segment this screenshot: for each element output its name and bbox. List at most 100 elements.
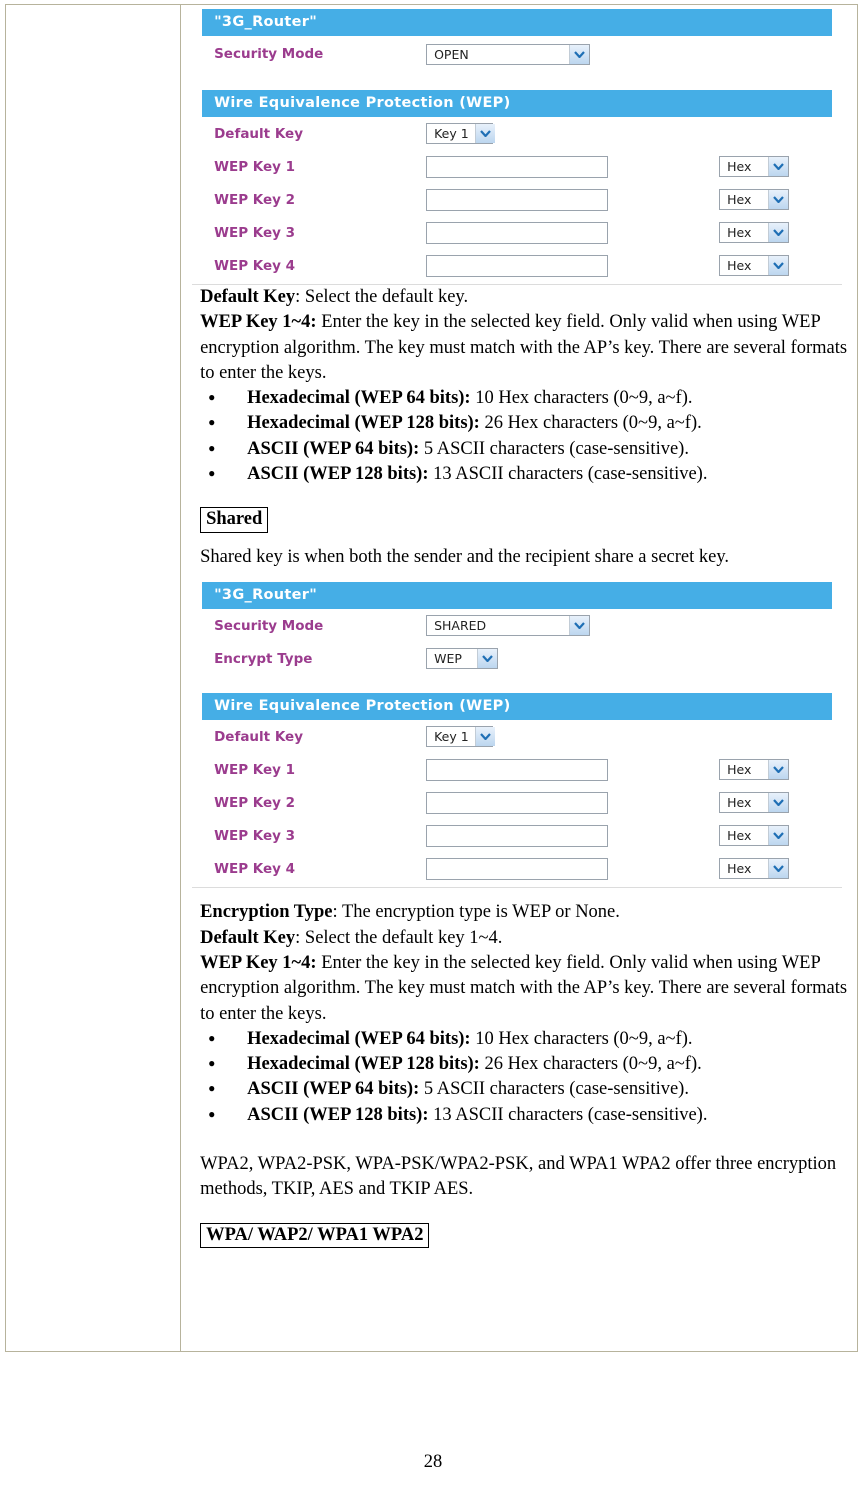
- wpa-section-heading: WPA/ WAP2/ WPA1 WPA2: [200, 1222, 430, 1249]
- default-key-row-shared: Default Key Key 1: [192, 720, 842, 753]
- wep-key-label: WEP Key 1: [214, 158, 296, 175]
- wep-key-format-value: Hex: [727, 828, 752, 844]
- wep-key-format-select[interactable]: Hex: [719, 759, 790, 781]
- wep-key-format-select[interactable]: Hex: [719, 792, 790, 814]
- encrypt-type-value: WEP: [434, 651, 462, 667]
- wep-key-row: WEP Key 1 Hex: [192, 150, 842, 183]
- default-key-value: Key 1: [434, 729, 469, 745]
- chevron-down-icon[interactable]: [768, 859, 789, 879]
- wep-key-input[interactable]: [426, 758, 609, 781]
- router-config-panel-shared: "3G_Router" Security Mode SHARED Encrypt…: [192, 582, 843, 889]
- wep-key-label: WEP Key 3: [214, 224, 296, 241]
- encrypt-type-select[interactable]: WEP: [426, 648, 499, 670]
- bullet-desc: 5 ASCII characters (case-sensitive).: [419, 1079, 689, 1100]
- open-description-text: Default Key: Select the default key. WEP…: [189, 285, 857, 570]
- chevron-down-icon[interactable]: [569, 616, 590, 636]
- wep-key-row: WEP Key 3 Hex: [192, 819, 842, 852]
- list-item: Hexadecimal (WEP 128 bits): 26 Hex chara…: [200, 1051, 851, 1077]
- bullet-term: ASCII (WEP 64 bits):: [247, 438, 420, 459]
- wep-key-term: WEP Key 1~4:: [200, 312, 317, 333]
- chevron-down-icon[interactable]: [768, 157, 789, 176]
- wep-key-input[interactable]: [426, 155, 609, 178]
- wep-key-format-value: Hex: [727, 225, 752, 240]
- wep-key-input[interactable]: [426, 254, 609, 277]
- encryption-type-desc: : The encryption type is WEP or None.: [332, 902, 620, 923]
- wep-key-format-select[interactable]: Hex: [719, 255, 790, 276]
- document-layout-table: "3G_Router" Security Mode OPEN Wire Equi…: [4, 4, 858, 1352]
- wep-key-input[interactable]: [426, 824, 609, 847]
- list-item: ASCII (WEP 64 bits): 5 ASCII characters …: [200, 1076, 851, 1102]
- default-key-term: Default Key: [200, 287, 296, 307]
- security-mode-value: SHARED: [434, 618, 487, 634]
- bullet-term: ASCII (WEP 128 bits):: [247, 1104, 429, 1125]
- open-format-bullets: Hexadecimal (WEP 64 bits): 10 Hex charac…: [200, 385, 851, 487]
- security-mode-row-open: Security Mode OPEN: [192, 36, 842, 72]
- wep-key-label: WEP Key 2: [214, 794, 296, 811]
- wep-key-row: WEP Key 3 Hex: [192, 216, 842, 249]
- wep-key-paragraph: WEP Key 1~4: Enter the key in the select…: [200, 310, 851, 386]
- encrypt-type-label: Encrypt Type: [214, 650, 313, 667]
- shared-section-heading: Shared: [200, 507, 269, 534]
- chevron-down-icon[interactable]: [768, 760, 789, 780]
- chevron-down-icon[interactable]: [569, 44, 590, 64]
- bullet-desc: 5 ASCII characters (case-sensitive).: [419, 438, 689, 459]
- security-mode-select[interactable]: OPEN: [426, 43, 591, 65]
- wep-key-format-value: Hex: [727, 159, 752, 174]
- wep-key-input[interactable]: [426, 791, 609, 814]
- encrypt-type-row-shared: Encrypt Type WEP: [192, 642, 842, 675]
- list-item: ASCII (WEP 64 bits): 5 ASCII characters …: [200, 436, 851, 462]
- list-item: Hexadecimal (WEP 64 bits): 10 Hex charac…: [200, 385, 851, 411]
- router-config-panel-open: "3G_Router" Security Mode OPEN Wire Equi…: [192, 9, 843, 285]
- bullet-term: Hexadecimal (WEP 128 bits):: [247, 1054, 480, 1075]
- chevron-down-icon[interactable]: [768, 793, 789, 813]
- default-key-select[interactable]: Key 1: [426, 123, 495, 144]
- default-key-desc: : Select the default key.: [295, 287, 469, 307]
- chevron-down-icon[interactable]: [768, 190, 789, 209]
- chevron-down-icon[interactable]: [474, 124, 495, 143]
- wep-key-format-value: Hex: [727, 762, 752, 778]
- wep-key-format-select[interactable]: Hex: [719, 825, 790, 847]
- list-item: Hexadecimal (WEP 128 bits): 26 Hex chara…: [200, 410, 851, 436]
- chevron-down-icon[interactable]: [768, 223, 789, 242]
- wep-key-row: WEP Key 2 Hex: [192, 786, 842, 819]
- list-item: Hexadecimal (WEP 64 bits): 10 Hex charac…: [200, 1026, 851, 1052]
- panel-title-bar-shared: "3G_Router": [202, 582, 833, 610]
- wep-key-row: WEP Key 1 Hex: [192, 753, 842, 786]
- chevron-down-icon[interactable]: [477, 649, 498, 669]
- list-item: ASCII (WEP 128 bits): 13 ASCII character…: [200, 461, 851, 487]
- wep-key-format-value: Hex: [727, 861, 752, 877]
- encryption-type-term: Encryption Type: [200, 902, 333, 923]
- wep-section-bar-open: Wire Equivalence Protection (WEP): [202, 90, 833, 117]
- wep-key-format-select[interactable]: Hex: [719, 156, 790, 177]
- default-key-select[interactable]: Key 1: [426, 726, 495, 748]
- security-mode-value: OPEN: [434, 46, 469, 62]
- chevron-down-icon[interactable]: [768, 256, 789, 275]
- wep-key-input[interactable]: [426, 188, 609, 211]
- bullet-desc: 26 Hex characters (0~9, a~f).: [479, 1054, 702, 1075]
- shared-description-text: Encryption Type: The encryption type is …: [189, 900, 857, 1249]
- wep-key-format-value: Hex: [727, 192, 752, 207]
- shared-heading-wrap: Shared: [200, 507, 851, 534]
- wep-key-format-select[interactable]: Hex: [719, 858, 790, 880]
- wep-key-row: WEP Key 4 Hex: [192, 249, 842, 282]
- wep-key-row: WEP Key 4 Hex: [192, 852, 842, 885]
- encryption-type-paragraph: Encryption Type: The encryption type is …: [200, 900, 851, 925]
- wep-key-input[interactable]: [426, 857, 609, 880]
- chevron-down-icon[interactable]: [768, 826, 789, 846]
- default-key-row-open: Default Key Key 1: [192, 117, 842, 150]
- chevron-down-icon[interactable]: [474, 727, 495, 747]
- security-mode-row-shared: Security Mode SHARED: [192, 609, 842, 642]
- wep-key-input[interactable]: [426, 221, 609, 244]
- bullet-desc: 10 Hex characters (0~9, a~f).: [470, 388, 693, 409]
- security-mode-select[interactable]: SHARED: [426, 615, 591, 637]
- default-key-desc: : Select the default key 1~4.: [295, 927, 503, 948]
- wep-key-format-select[interactable]: Hex: [719, 189, 790, 210]
- wep-key-label: WEP Key 4: [214, 860, 296, 877]
- wep-key-format-select[interactable]: Hex: [719, 222, 790, 243]
- bullet-term: Hexadecimal (WEP 64 bits):: [247, 1028, 471, 1049]
- main-content-column: "3G_Router" Security Mode OPEN Wire Equi…: [180, 4, 858, 1352]
- default-key-paragraph: Default Key: Select the default key.: [200, 285, 851, 310]
